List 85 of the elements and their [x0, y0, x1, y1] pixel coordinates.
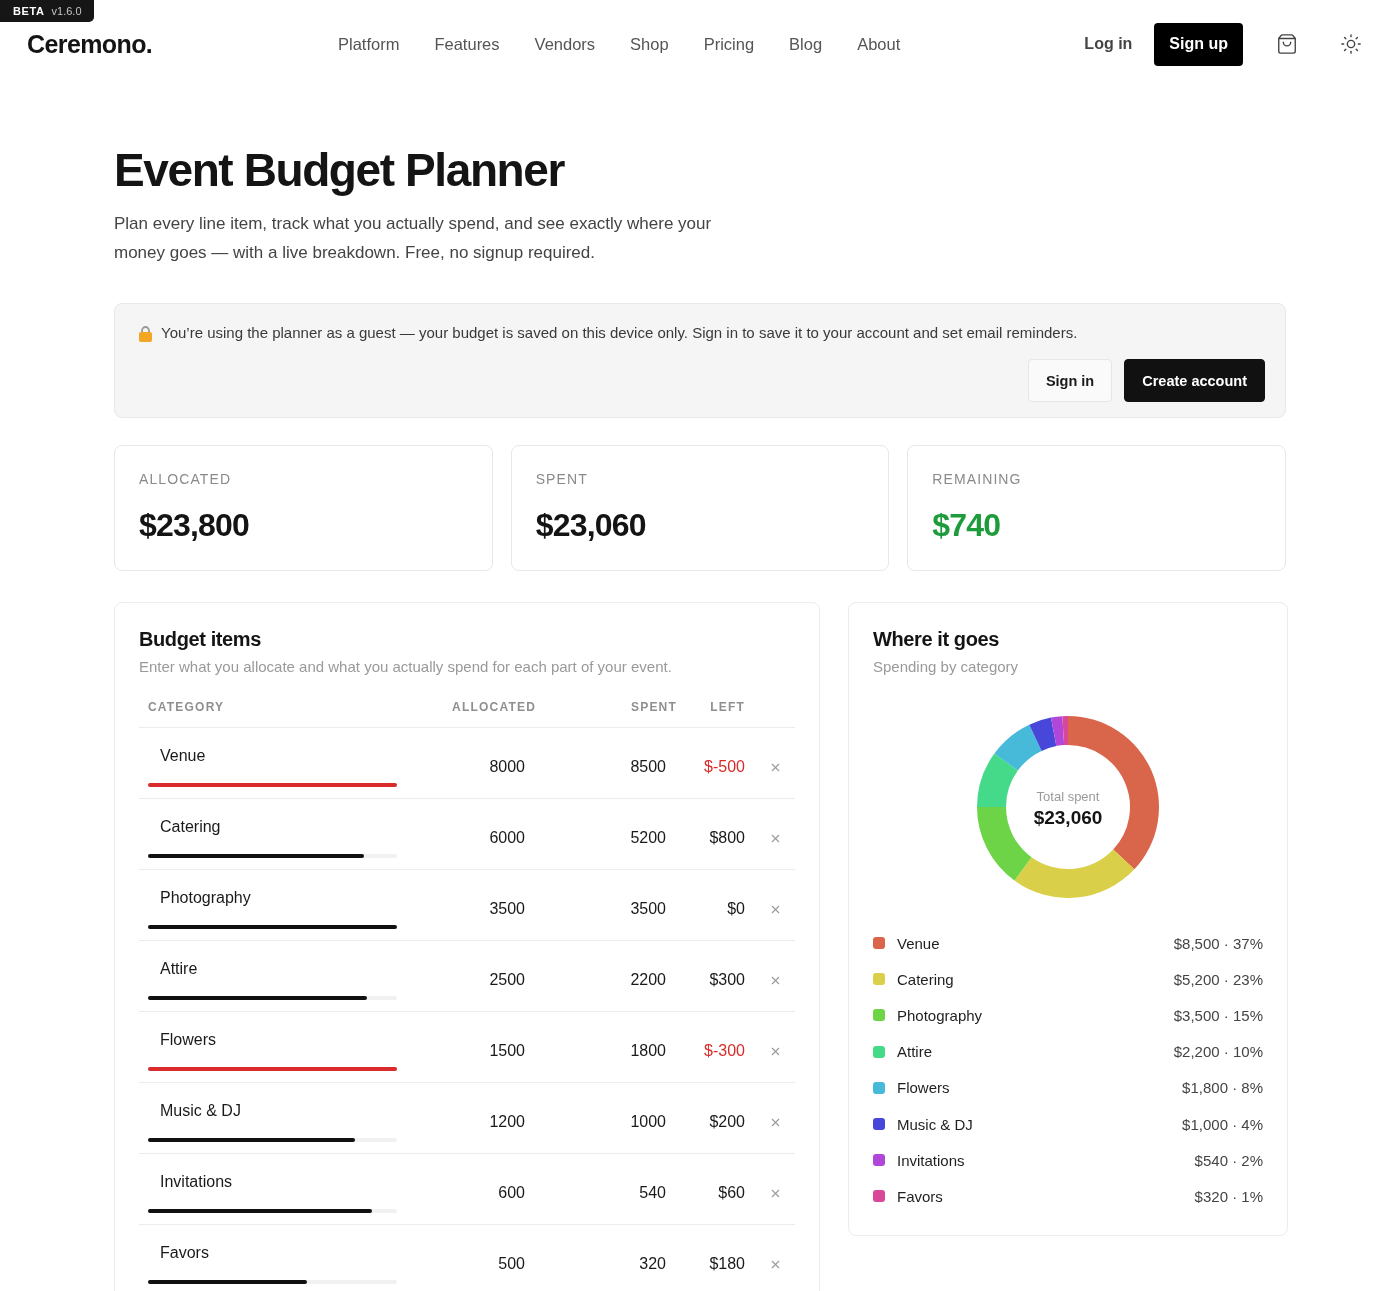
legend-label: Flowers: [897, 1079, 950, 1097]
allocated-input[interactable]: 8000: [416, 750, 536, 784]
spent-input[interactable]: 1000: [556, 1105, 677, 1139]
spent-input[interactable]: 3500: [556, 892, 677, 926]
donut-center-value: $23,060: [1033, 807, 1103, 829]
nav-link[interactable]: Shop: [630, 34, 669, 54]
stat-label: SPENT: [535, 470, 589, 488]
nav-link[interactable]: Vendors: [534, 34, 596, 54]
left-amount: $180: [709, 1255, 745, 1273]
category-input[interactable]: Photography: [148, 881, 397, 915]
allocated-input[interactable]: 6000: [416, 821, 536, 855]
category-input[interactable]: Invitations: [148, 1165, 397, 1199]
spent-input[interactable]: 2200: [556, 963, 677, 997]
spent-input[interactable]: 320: [556, 1247, 677, 1281]
stat-label: REMAINING: [932, 470, 1023, 488]
nav-link[interactable]: Features: [434, 34, 500, 54]
nav-link[interactable]: Blog: [789, 34, 823, 54]
legend-value: $540 · 2%: [1194, 1151, 1263, 1169]
legend-label: Music & DJ: [897, 1115, 973, 1133]
signup-button[interactable]: Sign up: [1154, 22, 1243, 66]
spent-input[interactable]: 8500: [556, 750, 677, 784]
left-amount: $800: [709, 829, 745, 847]
left-amount: $200: [709, 1113, 745, 1131]
beta-label: BETA: [13, 5, 45, 17]
stat-value: $740: [932, 506, 1002, 545]
card-subtitle: Spending by category: [873, 657, 1020, 677]
left-amount: $0: [727, 900, 745, 918]
card-subtitle: Enter what you allocate and what you actually spend for each part of your event.: [139, 657, 673, 677]
legend-value: $1,800 · 8%: [1182, 1079, 1263, 1097]
login-link[interactable]: Log in: [1084, 35, 1133, 53]
stat-value: $23,060: [535, 506, 647, 545]
allocated-input[interactable]: 2500: [416, 963, 536, 997]
legend-value: $8,500 · 37%: [1173, 934, 1263, 952]
stat-value: $23,800: [139, 506, 251, 545]
spent-input[interactable]: 5200: [556, 821, 677, 855]
sign-in-button[interactable]: Sign in: [1027, 359, 1113, 402]
guest-message: You’re using the planner as a guest — your budget is saved on this device only. Sign in to save it to your account and set email reminders.: [161, 323, 1078, 343]
legend-value: $2,200 · 10%: [1173, 1043, 1263, 1061]
left-amount: $60: [718, 1184, 745, 1202]
legend-value: $5,200 · 23%: [1173, 970, 1263, 988]
left-amount: $-300: [704, 1042, 745, 1060]
column-header: SPENT: [630, 700, 678, 714]
category-input[interactable]: Flowers: [148, 1023, 397, 1057]
card-title: Budget items: [139, 627, 262, 651]
logo[interactable]: Ceremono.: [27, 29, 338, 59]
allocated-input[interactable]: 600: [416, 1176, 536, 1210]
allocated-input[interactable]: 1500: [416, 1034, 536, 1068]
version-label: v1.6.0: [51, 5, 82, 17]
page-subtitle: Plan every line item, track what you actually spend, and see exactly where your money goes — with a live breakdown. Free, no signup required.: [114, 213, 713, 264]
nav-link[interactable]: About: [857, 34, 901, 54]
category-input[interactable]: Attire: [148, 952, 397, 986]
stat-label: ALLOCATED: [139, 470, 233, 488]
legend-label: Invitations: [897, 1151, 965, 1169]
legend-label: Attire: [897, 1043, 932, 1061]
nav-link[interactable]: Platform: [338, 34, 400, 54]
category-input[interactable]: Music & DJ: [148, 1094, 397, 1128]
legend-value: $1,000 · 4%: [1182, 1115, 1263, 1133]
card-title: Where it goes: [873, 627, 1000, 651]
sun-icon[interactable]: [1340, 33, 1362, 55]
nav-link[interactable]: Pricing: [703, 34, 755, 54]
left-amount: $300: [709, 971, 745, 989]
legend-value: $3,500 · 15%: [1173, 1006, 1263, 1024]
column-header: LEFT: [709, 700, 746, 714]
page-title: Event Budget Planner: [114, 143, 566, 198]
shopping-bag-icon[interactable]: [1276, 33, 1298, 55]
category-input[interactable]: Venue: [148, 739, 397, 773]
legend-label: Favors: [897, 1187, 943, 1205]
create-account-button[interactable]: Create account: [1124, 359, 1265, 402]
category-input[interactable]: Catering: [148, 810, 397, 844]
allocated-input[interactable]: 1200: [416, 1105, 536, 1139]
column-header: CATEGORY: [147, 700, 226, 714]
donut-center-label: Total spent: [1036, 789, 1100, 804]
allocated-input[interactable]: 3500: [416, 892, 536, 926]
donut-slice: [977, 753, 1018, 807]
legend-label: Photography: [897, 1006, 983, 1024]
legend-label: Catering: [897, 970, 954, 988]
spent-input[interactable]: 1800: [556, 1034, 677, 1068]
legend-label: Venue: [897, 934, 940, 952]
left-amount: $-500: [704, 758, 745, 776]
lock-icon: [138, 324, 153, 342]
column-header: ALLOCATED: [451, 700, 537, 714]
allocated-input[interactable]: 500: [416, 1247, 536, 1281]
spent-input[interactable]: 540: [556, 1176, 677, 1210]
category-input[interactable]: Favors: [148, 1236, 397, 1270]
legend-value: $320 · 1%: [1194, 1187, 1263, 1205]
